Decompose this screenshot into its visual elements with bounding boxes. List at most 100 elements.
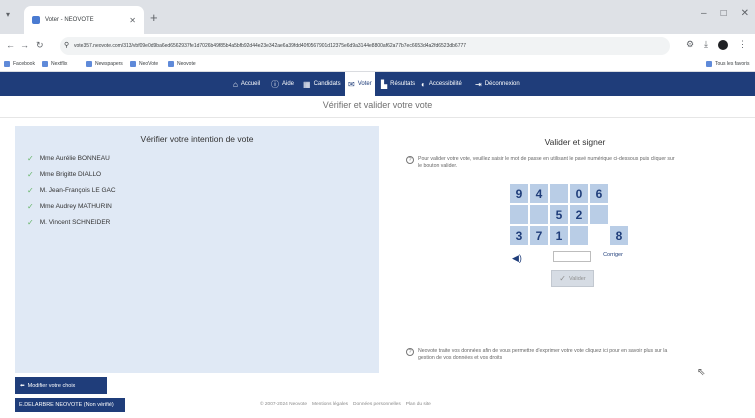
keypad-key[interactable]: 3 — [510, 226, 528, 245]
arrow-left-icon: ⬅ — [20, 382, 25, 389]
close-tab-icon[interactable]: ✕ — [129, 16, 136, 25]
keypad-key[interactable]: 4 — [530, 184, 548, 203]
keypad-key[interactable]: 0 — [570, 184, 588, 203]
footer-link[interactable]: Mentions légales — [312, 402, 348, 407]
address-bar[interactable]: ⚲ vote357.neovote.com/313/vbf09e0d9ba6ed… — [60, 37, 670, 55]
back-icon[interactable]: ← — [6, 40, 15, 50]
copyright: © 2007-2024 Neovote — [260, 402, 308, 407]
tab-list-icon[interactable]: ▾ — [6, 10, 10, 19]
nav-vote[interactable]: ✉ Voter — [345, 72, 375, 96]
extensions-icon[interactable]: ⚙ — [686, 39, 694, 50]
bookmark-item[interactable]: NeoVote — [130, 61, 158, 67]
nav-help[interactable]: ⓘ Aide — [268, 72, 297, 96]
check-icon: ✓ — [27, 170, 34, 179]
audio-speaker-icon[interactable]: ◀) — [512, 253, 522, 264]
favicon-icon — [32, 16, 40, 24]
bookmark-item[interactable]: Nextflix — [42, 61, 67, 67]
bookmark-item[interactable]: Facebook — [4, 61, 35, 67]
validate-button[interactable]: ✓ Valider — [551, 270, 594, 287]
candidate-item: ✓ Mme Audrey MATHURIN — [27, 202, 112, 211]
modify-choice-button[interactable]: ⬅ Modifier votre choix — [15, 377, 107, 394]
privacy-notice: ? Neovote traite vos données afin de vou… — [406, 348, 678, 362]
logout-icon: ⇥ — [475, 79, 482, 89]
close-window-icon[interactable]: ✕ — [741, 8, 749, 19]
minimize-icon[interactable]: – — [701, 8, 707, 19]
keypad-key[interactable]: 2 — [570, 205, 588, 224]
info-icon: ? — [406, 156, 414, 164]
browser-window: ▾ Voter - NEOVOTE ✕ + – □ ✕ ← → ↻ ⚲ vote… — [0, 0, 755, 418]
vote-intention-panel: Vérifier votre intention de vote ✓ Mme Au… — [15, 126, 379, 373]
keypad-key[interactable] — [510, 205, 528, 224]
nav-results[interactable]: ▙ Résultats — [378, 72, 418, 96]
keypad-key[interactable]: 7 — [530, 226, 548, 245]
info-icon: ? — [406, 348, 414, 356]
footer-links: © 2007-2024 Neovote Mentions légales Don… — [260, 402, 431, 407]
keypad-key[interactable]: 1 — [550, 226, 568, 245]
folder-icon — [168, 61, 174, 67]
keypad-key[interactable]: 9 — [510, 184, 528, 203]
keypad-key[interactable] — [590, 205, 608, 224]
profile-avatar[interactable] — [718, 39, 728, 50]
ballot-icon: ✉ — [348, 79, 355, 89]
forward-icon[interactable]: → — [20, 40, 29, 50]
tab-title: Voter - NEOVOTE — [45, 17, 94, 23]
check-icon: ✓ — [27, 218, 34, 227]
bookmark-icon — [42, 61, 48, 67]
instructions-text: Pour valider votre vote, veuillez saisir… — [418, 156, 675, 169]
keypad-key[interactable]: 6 — [590, 184, 608, 203]
browser-toolbar: ← → ↻ ⚲ vote357.neovote.com/313/vbf09e0d… — [0, 34, 755, 58]
check-icon: ✓ — [27, 202, 34, 211]
window-controls: – □ ✕ — [701, 8, 749, 19]
app-navbar: ⌂ Accueil ⓘ Aide ▦ Candidats ✉ Voter ▙ Résult… — [0, 72, 755, 96]
bar-chart-icon: ▙ — [381, 79, 388, 89]
bookmark-item[interactable]: Newspapers — [86, 61, 123, 67]
check-icon: ✓ — [27, 154, 34, 163]
nav-home[interactable]: ⌂ Accueil — [230, 72, 263, 96]
check-icon: ✓ — [559, 274, 566, 283]
page-title: Vérifier et valider votre vote — [322, 100, 433, 110]
help-icon: ⓘ — [271, 79, 279, 89]
keypad-key[interactable]: 5 — [550, 205, 568, 224]
keypad-key[interactable]: 8 — [610, 226, 628, 245]
correct-button[interactable]: Corriger — [598, 252, 628, 258]
footer-link[interactable]: Données personnelles — [353, 402, 401, 407]
candidates-icon: ▦ — [303, 79, 311, 89]
all-bookmarks[interactable]: Tous les favoris — [706, 61, 749, 67]
check-icon: ✓ — [27, 186, 34, 195]
bookmark-icon — [4, 61, 10, 67]
candidate-item: ✓ Mme Brigitte DIALLO — [27, 170, 102, 179]
keypad-key[interactable] — [530, 205, 548, 224]
nav-accessibility[interactable]: ◐ Accessibilité — [418, 72, 465, 96]
nav-logout[interactable]: ⇥ Déconnexion — [472, 72, 523, 96]
bookmark-icon — [130, 61, 136, 67]
panel-title: Vérifier votre intention de vote — [140, 134, 254, 144]
bookmark-icon — [86, 61, 92, 67]
accessibility-icon: ◐ — [421, 79, 426, 89]
address-url: vote357.neovote.com/313/vbf09e0d9ba6ed65… — [74, 43, 467, 49]
site-info-icon[interactable]: ⚲ — [64, 37, 69, 55]
candidate-item: ✓ M. Vincent SCHNEIDER — [27, 218, 111, 227]
footer-link[interactable]: Plan du site — [406, 402, 431, 407]
section-title: Valider et signer — [544, 137, 606, 147]
new-tab-button[interactable]: + — [150, 10, 158, 25]
candidate-item: ✓ M. Jean-François LE GAC — [27, 186, 116, 195]
instructions: ? Pour valider votre vote, veuillez sais… — [406, 156, 678, 170]
folder-icon — [706, 61, 712, 67]
privacy-text[interactable]: Neovote traite vos données afin de vous … — [418, 348, 678, 362]
mouse-cursor-icon: ⇖ — [697, 367, 706, 378]
tab-strip: ▾ Voter - NEOVOTE ✕ + – □ ✕ — [0, 0, 755, 34]
menu-icon[interactable]: ⋮ — [738, 39, 747, 50]
keypad-key[interactable] — [570, 226, 588, 245]
maximize-icon[interactable]: □ — [721, 8, 727, 19]
divider — [0, 117, 755, 118]
bookmark-item[interactable]: Neovote — [168, 61, 196, 67]
password-field[interactable] — [553, 251, 591, 262]
keypad-key[interactable] — [550, 184, 568, 203]
nav-candidates[interactable]: ▦ Candidats — [300, 72, 344, 96]
reload-icon[interactable]: ↻ — [36, 40, 44, 51]
numeric-keypad: 9 4 0 6 5 2 3 7 1 8 — [510, 184, 630, 245]
user-badge: E.DELARBRE NEOVOTE (Non vérifié) — [15, 398, 125, 412]
download-icon[interactable]: ⤓ — [704, 39, 708, 50]
browser-tab[interactable]: Voter - NEOVOTE ✕ — [24, 6, 144, 34]
candidate-item: ✓ Mme Aurélie BONNEAU — [27, 154, 110, 163]
